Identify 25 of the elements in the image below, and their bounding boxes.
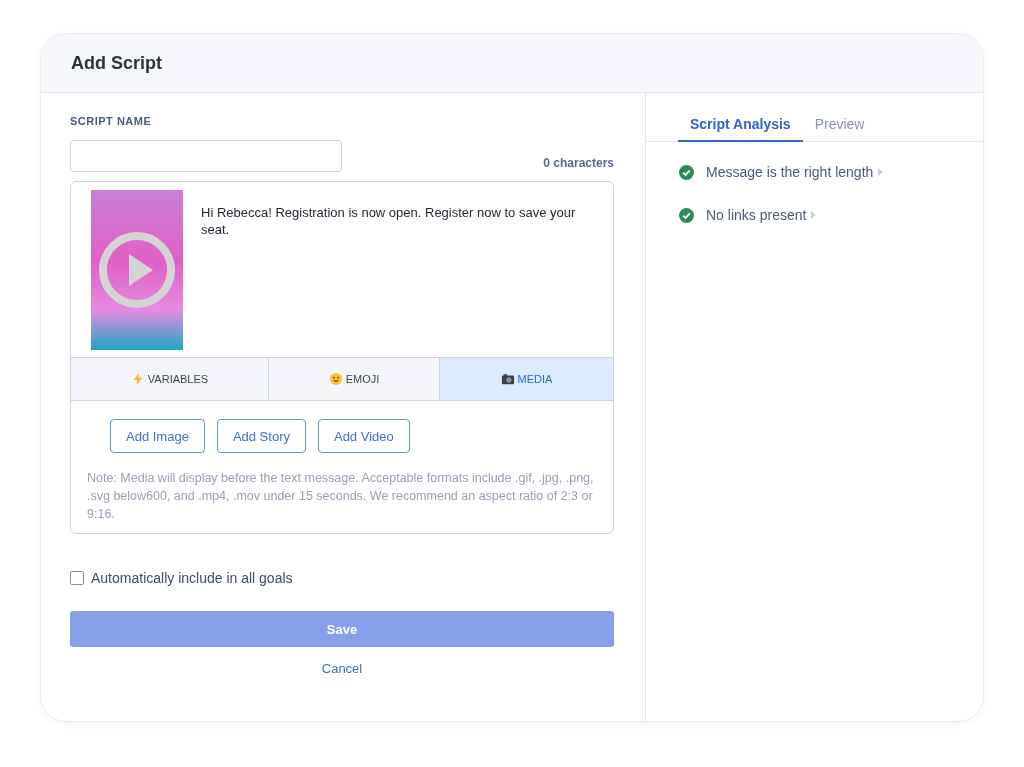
smiley-icon [328,372,343,386]
caret-icon[interactable] [878,168,884,176]
checkbox[interactable] [70,571,84,585]
media-note: Note: Media will display before the text message. Acceptable formats include .gif, .jpg, .png, .svg below600, and .mp4, .mov under 15 seconds. We recommend an aspect ratio of 2:3 or 9:16. [87,470,595,523]
script-name-input[interactable] [70,140,342,172]
character-count: 0 characters [543,156,614,170]
add-media-button[interactable]: Add Image [110,419,205,453]
camera-icon [500,372,515,386]
video-thumbnail[interactable] [91,190,183,350]
analysis-tab[interactable]: Script Analysis [678,112,803,142]
add-media-button[interactable]: Add Story [216,419,306,453]
play-icon[interactable] [97,230,177,310]
caret-icon[interactable] [811,211,817,219]
composer-tab[interactable]: EMOJI [269,358,440,400]
field-label: SCRIPT NAME [70,115,152,127]
analysis-result[interactable]: No links present [706,207,807,223]
cancel-link[interactable]: Cancel [321,661,363,676]
composer-tab[interactable]: VARIABLES [71,358,269,400]
add-media-button[interactable]: Add Video [317,419,410,453]
checkbox-label[interactable]: Automatically include in all goals [91,570,293,586]
composer-tab[interactable]: MEDIA [440,358,613,400]
message-text[interactable]: Hi Rebecca! Registration is now open. Register now to save your seat. [201,204,576,238]
dialog-title: Add Script [71,52,162,74]
analysis-tab[interactable]: Preview [802,112,877,142]
analysis-result[interactable]: Message is the right length [706,164,874,180]
